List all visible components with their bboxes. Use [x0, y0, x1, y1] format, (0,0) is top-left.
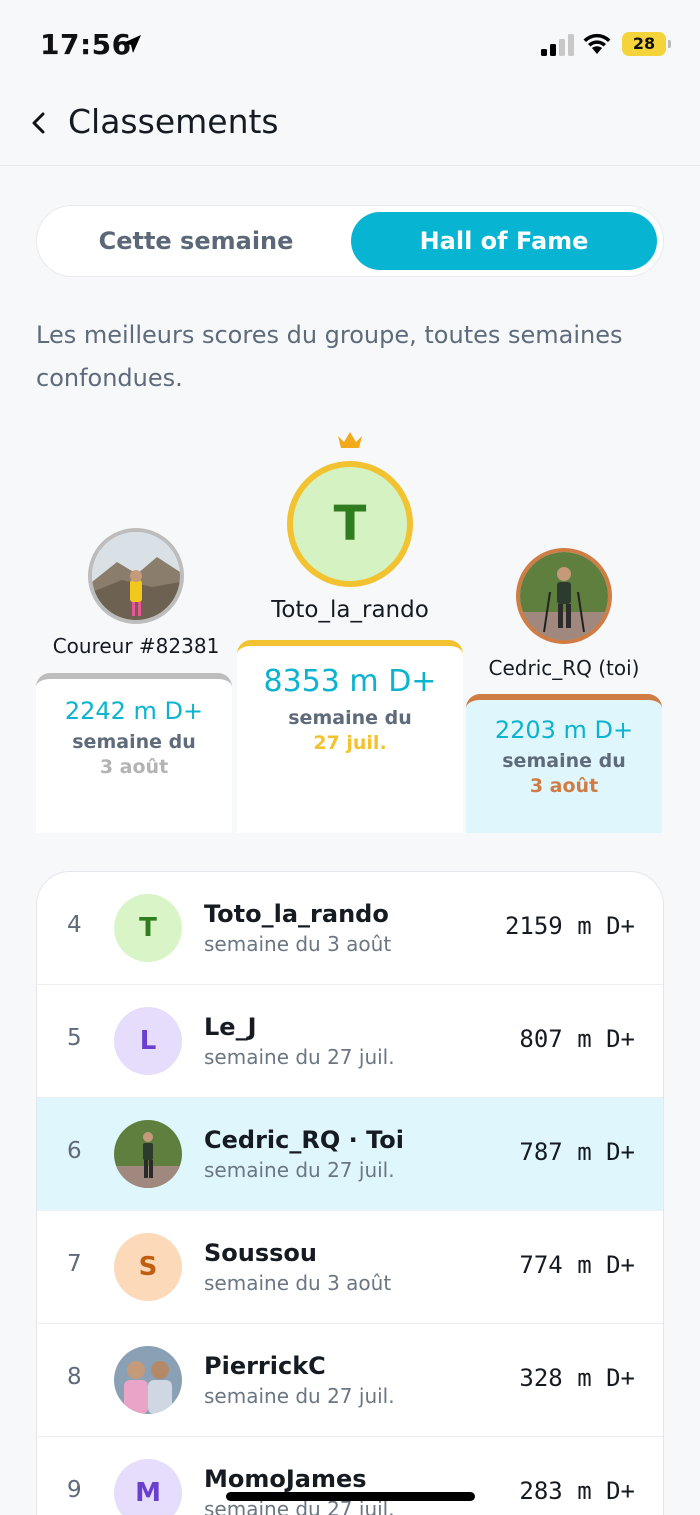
- user-name: MomoJames: [204, 1465, 367, 1493]
- rank-number: 7: [67, 1251, 82, 1277]
- tab-cette-semaine[interactable]: Cette semaine: [43, 212, 349, 270]
- score-value: 328 m D+: [519, 1364, 635, 1392]
- score-value: 2159 m D+: [504, 912, 635, 940]
- nav-header: Classements: [0, 90, 700, 166]
- cellular-signal-icon: [541, 34, 574, 56]
- podium-first-week-date: 27 juil.: [313, 732, 387, 754]
- podium-third-name: Cedric_RQ (toi): [488, 656, 640, 680]
- podium-second-avatar[interactable]: [88, 528, 184, 624]
- avatar-initial: T: [139, 913, 157, 943]
- list-item[interactable]: 5 L Le_J semaine du 27 juil. 807 m D+: [37, 985, 663, 1098]
- battery-icon: 28: [622, 32, 671, 56]
- rank-number: 5: [67, 1025, 82, 1051]
- user-name: Toto_la_rando: [204, 900, 389, 928]
- user-name: Cedric_RQ · Toi: [204, 1126, 404, 1154]
- description-text: Les meilleurs scores du groupe, toutes s…: [36, 321, 623, 392]
- avatar: T: [114, 894, 182, 962]
- avatar: M: [114, 1459, 182, 1515]
- tab-hall-of-fame[interactable]: Hall of Fame: [351, 212, 657, 270]
- rank-number: 9: [67, 1477, 82, 1503]
- week-label: semaine du 3 août: [204, 1271, 392, 1295]
- list-item[interactable]: 4 T Toto_la_rando semaine du 3 août 2159…: [37, 872, 663, 985]
- score-value: 807 m D+: [519, 1025, 635, 1053]
- podium-third-week-label: semaine du: [502, 750, 626, 772]
- podium-third-week-date: 3 août: [529, 775, 599, 797]
- status-bar: 17:56 28: [0, 0, 700, 90]
- rank-number: 4: [67, 912, 82, 938]
- score-value: 283 m D+: [519, 1477, 635, 1505]
- podium-first-week-label: semaine du: [288, 707, 412, 729]
- avatar-initial: S: [138, 1252, 158, 1282]
- list-item[interactable]: 8 PierrickC semaine du 27 juil. 328 m D+: [37, 1324, 663, 1437]
- podium-second-name: Coureur #82381: [52, 634, 220, 658]
- podium-second-week-date: 3 août: [99, 756, 169, 778]
- crown-icon: [338, 432, 362, 448]
- battery-level: 28: [632, 34, 656, 53]
- user-name: Soussou: [204, 1239, 318, 1267]
- status-time: 17:56: [40, 28, 132, 61]
- segmented-control: Cette semaine Hall of Fame: [36, 205, 664, 277]
- podium-first-name: Toto_la_rando: [271, 597, 429, 623]
- week-label: semaine du 27 juil.: [204, 1045, 395, 1069]
- podium-first-score: 8353 m D+: [263, 664, 437, 699]
- user-name: Le_J: [204, 1013, 257, 1041]
- avatar-initial: M: [135, 1478, 161, 1508]
- avatar: [114, 1346, 182, 1414]
- avatar: [114, 1120, 182, 1188]
- page-title: Classements: [68, 102, 279, 141]
- avatar: L: [114, 1007, 182, 1075]
- podium-second-score: 2242 m D+: [64, 697, 204, 725]
- rank-number: 8: [67, 1364, 82, 1390]
- podium-third-score: 2203 m D+: [494, 716, 634, 744]
- hiker-photo-icon: [520, 552, 608, 640]
- rank-number: 6: [67, 1138, 82, 1164]
- hiker-photo-icon: [114, 1120, 182, 1188]
- podium-second-block: 2242 m D+ semaine du 3 août: [36, 673, 232, 833]
- list-item-current-user[interactable]: 6 Cedric_RQ · Toi semaine du 27 juil. 78…: [37, 1098, 663, 1211]
- two-people-photo-icon: [114, 1346, 182, 1414]
- list-item[interactable]: 9 M MomoJames semaine du 27 juil. 283 m …: [37, 1437, 663, 1515]
- podium-third-avatar[interactable]: [516, 548, 612, 644]
- home-indicator: [226, 1492, 475, 1501]
- back-chevron-icon[interactable]: [26, 108, 52, 138]
- week-label: semaine du 27 juil.: [204, 1158, 395, 1182]
- avatar: S: [114, 1233, 182, 1301]
- user-name: PierrickC: [204, 1352, 326, 1380]
- podium-second-week-label: semaine du: [72, 731, 196, 753]
- week-label: semaine du 3 août: [204, 932, 392, 956]
- list-item[interactable]: 7 S Soussou semaine du 3 août 774 m D+: [37, 1211, 663, 1324]
- wifi-icon: [583, 33, 611, 54]
- podium-first-avatar[interactable]: T: [287, 461, 413, 587]
- podium-first-block: 8353 m D+ semaine du 27 juil.: [237, 640, 463, 833]
- avatar-initial: L: [139, 1026, 157, 1056]
- score-value: 787 m D+: [519, 1138, 635, 1166]
- mountain-photo-icon: [92, 532, 180, 620]
- leaderboard-list: 4 T Toto_la_rando semaine du 3 août 2159…: [36, 871, 664, 1515]
- score-value: 774 m D+: [519, 1251, 635, 1279]
- location-arrow-icon: [123, 35, 141, 53]
- podium-first-initial: T: [333, 496, 367, 552]
- podium-third-block: 2203 m D+ semaine du 3 août: [466, 694, 662, 833]
- week-label: semaine du 27 juil.: [204, 1384, 395, 1408]
